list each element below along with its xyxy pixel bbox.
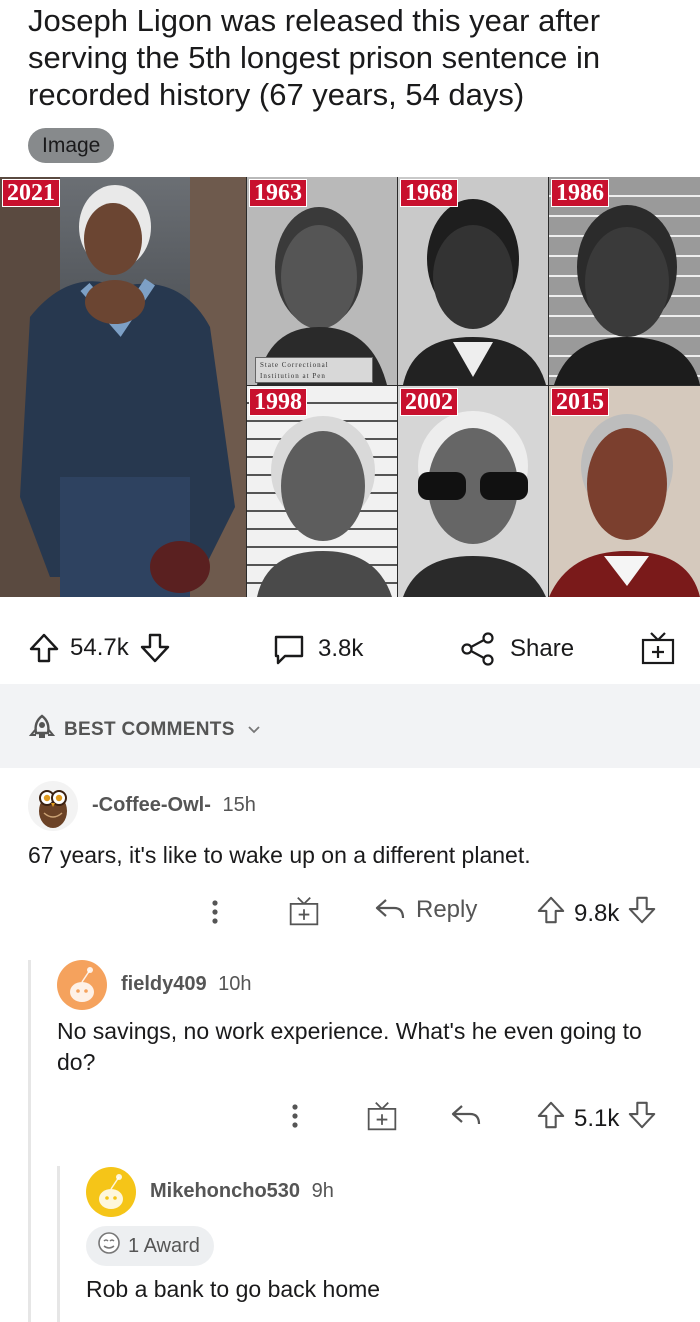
share-icon xyxy=(460,632,496,666)
upvote-icon[interactable] xyxy=(536,895,566,932)
comments-button[interactable]: 3.8k xyxy=(272,632,363,666)
portrait-1968-illustration xyxy=(403,199,546,385)
sort-label: BEST COMMENTS xyxy=(64,719,235,740)
photo-2015: 2015 xyxy=(549,386,700,597)
photo-1998: 1998 xyxy=(247,386,397,597)
gift-icon xyxy=(367,1102,397,1131)
username-text[interactable]: fieldy409 xyxy=(121,973,207,995)
photo-2021: 2021 xyxy=(0,177,246,597)
year-badge: 2021 xyxy=(2,179,60,207)
comment-time: 9h xyxy=(311,1180,334,1202)
post-flair[interactable]: Image xyxy=(28,128,115,163)
comment-body: Rob a bank to go back home xyxy=(86,1276,381,1302)
chevron-down-icon xyxy=(247,719,261,741)
owl-avatar-icon xyxy=(39,790,67,828)
share-button[interactable]: Share xyxy=(460,632,574,666)
vote-group: 54.7k xyxy=(28,632,171,664)
reply-arrow-icon xyxy=(451,1105,481,1125)
comment-body: No savings, no work experience. What's h… xyxy=(57,1018,642,1075)
post-action-bar: 54.7k 3.8k Share xyxy=(0,620,700,676)
comment-body: 67 years, it's like to wake up on a diff… xyxy=(28,842,531,868)
year-badge: 1986 xyxy=(551,179,609,207)
portrait-2015-illustration xyxy=(549,414,700,597)
upvote-count: 54.7k xyxy=(70,634,129,661)
comment-score: 9.8k xyxy=(574,899,620,927)
year-badge: 2002 xyxy=(400,388,458,416)
portrait-2021-illustration xyxy=(0,177,246,597)
username-text[interactable]: -Coffee-Owl- xyxy=(92,794,211,816)
portrait-2002-illustration xyxy=(403,411,546,597)
comment-bubble-icon xyxy=(272,632,306,666)
photo-1963: State Correctional Institution at Pen 19… xyxy=(247,177,397,385)
more-vertical-icon xyxy=(292,1104,298,1128)
comment-score: 5.1k xyxy=(574,1104,620,1132)
year-badge: 1968 xyxy=(400,179,458,207)
give-award-button[interactable] xyxy=(366,1100,398,1132)
snoo-avatar-icon xyxy=(99,1174,123,1209)
comment-username[interactable]: fieldy409 10h xyxy=(121,973,252,996)
downvote-icon[interactable] xyxy=(627,895,657,932)
thread-line[interactable] xyxy=(57,1166,60,1322)
comment-username[interactable]: Mikehoncho530 9h xyxy=(150,1180,334,1203)
portrait-1963-illustration xyxy=(257,207,387,385)
thread-line[interactable] xyxy=(28,960,31,1322)
year-badge: 1963 xyxy=(249,179,307,207)
comment-vote-group: 5.1k xyxy=(536,1100,657,1137)
share-label: Share xyxy=(510,635,575,662)
rocket-icon xyxy=(28,713,56,747)
comment-time: 10h xyxy=(218,973,252,995)
comment-sort-dropdown[interactable]: BEST COMMENTS xyxy=(28,713,261,747)
more-options-button[interactable] xyxy=(285,1101,305,1131)
downvote-icon[interactable] xyxy=(627,1100,657,1137)
gift-icon xyxy=(289,897,319,926)
post-image[interactable]: 2021 State Correctional Institution at P… xyxy=(0,177,700,597)
award-button[interactable] xyxy=(640,630,676,666)
upvote-icon[interactable] xyxy=(28,632,60,664)
avatar[interactable] xyxy=(57,960,107,1010)
award-icon xyxy=(96,1230,122,1262)
year-badge: 2015 xyxy=(551,388,609,416)
award-badge[interactable]: 1 Award xyxy=(86,1226,214,1266)
post-title[interactable]: Joseph Ligon was released this year afte… xyxy=(28,2,678,113)
snoo-avatar-icon xyxy=(70,967,94,1002)
placard-line1: State Correctional xyxy=(260,361,329,369)
reply-button[interactable]: Reply xyxy=(374,896,477,924)
comment-vote-group: 9.8k xyxy=(536,895,657,932)
prison-placard: State Correctional Institution at Pen xyxy=(255,357,373,383)
comment-count: 3.8k xyxy=(318,635,364,662)
photo-2002: 2002 xyxy=(398,386,548,597)
reply-button[interactable] xyxy=(450,1102,482,1130)
downvote-icon[interactable] xyxy=(139,632,171,664)
avatar[interactable] xyxy=(86,1167,136,1217)
give-award-button[interactable] xyxy=(288,895,320,927)
more-options-button[interactable] xyxy=(205,897,225,927)
portrait-1986-illustration xyxy=(554,205,700,385)
portrait-1998-illustration xyxy=(257,416,392,597)
username-text[interactable]: Mikehoncho530 xyxy=(150,1180,300,1202)
year-badge: 1998 xyxy=(249,388,307,416)
upvote-icon[interactable] xyxy=(536,1100,566,1137)
photo-1986: 1986 xyxy=(549,177,700,385)
gift-icon xyxy=(640,630,676,666)
comment-username[interactable]: -Coffee-Owl- 15h xyxy=(92,794,256,817)
more-vertical-icon xyxy=(212,900,218,924)
reply-arrow-icon xyxy=(375,899,405,919)
comment-time: 15h xyxy=(222,794,256,816)
placard-line2: Institution at Pen xyxy=(260,372,326,380)
award-count: 1 Award xyxy=(128,1234,200,1257)
photo-1968: 1968 xyxy=(398,177,548,385)
reply-label: Reply xyxy=(416,896,478,923)
avatar[interactable] xyxy=(28,781,78,831)
